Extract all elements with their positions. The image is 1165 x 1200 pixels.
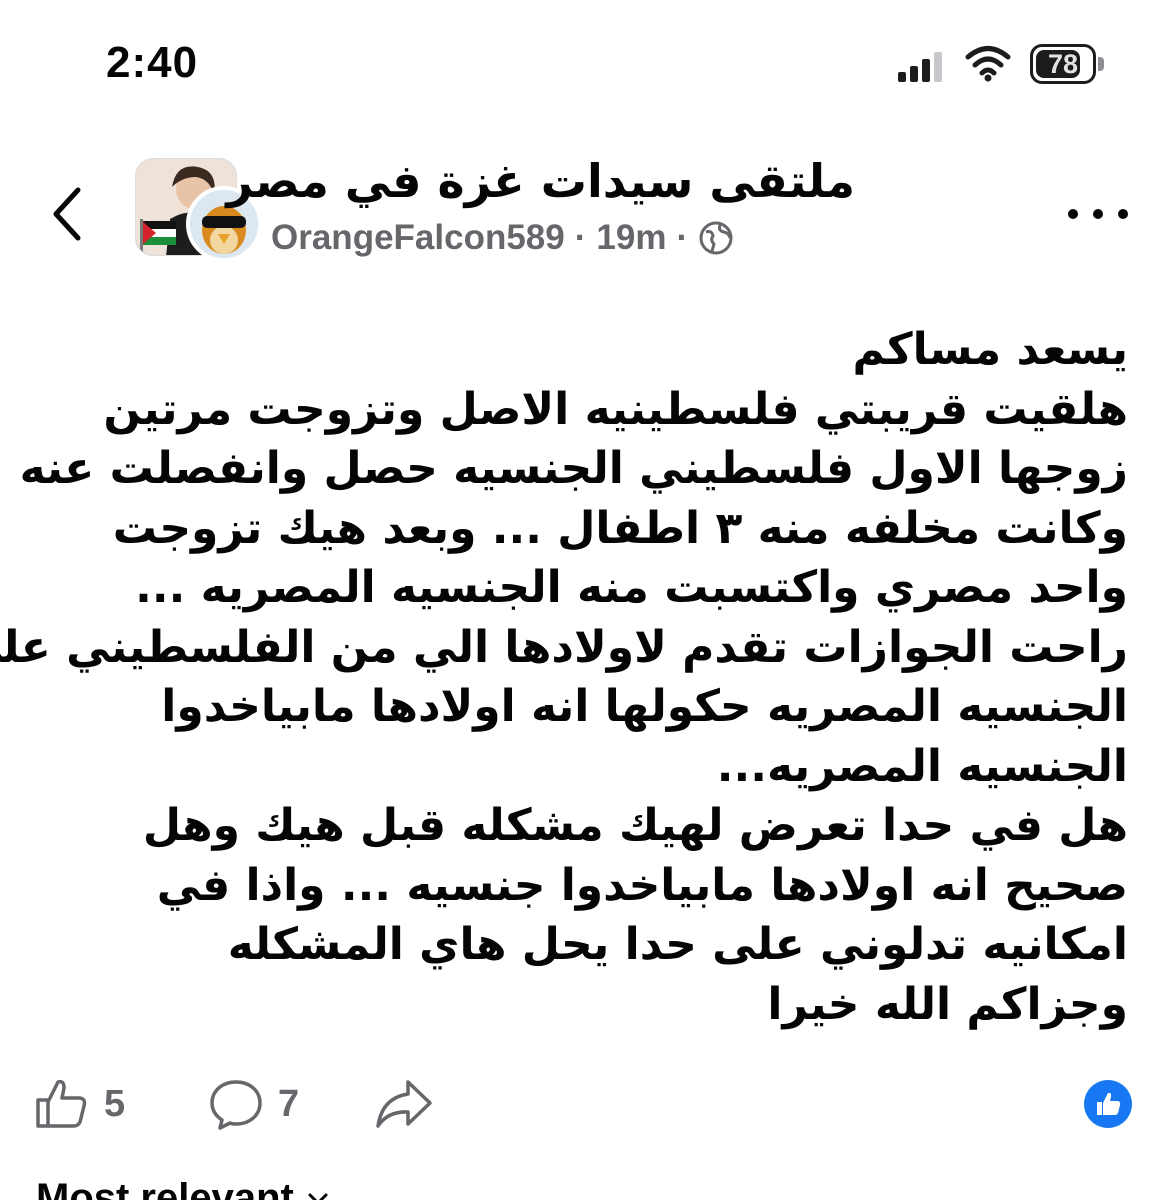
post-line: هل في حدا تعرض لهيك مشكله قبل هيك وهل xyxy=(142,800,1128,851)
post-timestamp[interactable]: 19m xyxy=(596,218,666,258)
post-meta: OrangeFalcon589 · 19m · xyxy=(271,216,734,260)
cellular-signal-icon xyxy=(898,52,942,82)
post-text: يسعد مساكم هلقيت قريبتي فلسطينيه الاصل و… xyxy=(0,320,1129,1034)
post-line: يسعد مساكم xyxy=(852,324,1129,375)
comment-count: 7 xyxy=(278,1082,300,1125)
meta-separator: · xyxy=(676,218,689,257)
thumbs-up-icon xyxy=(1097,1092,1121,1115)
author-name[interactable]: OrangeFalcon589 xyxy=(271,218,565,258)
wifi-icon xyxy=(965,46,1011,82)
post-line: هلقيت قريبتي فلسطينيه الاصل وتزوجت مرتين xyxy=(103,383,1128,435)
post-line: زوجها الاول فلسطيني الجنسيه حصل وانفصلت … xyxy=(19,443,1128,494)
status-time: 2:40 xyxy=(106,38,199,87)
comments-sort-dropdown[interactable]: Most relevant xyxy=(36,1176,330,1200)
post-line: وكانت مخلفه منه ٣ اطفال ... وبعد هيك تزو… xyxy=(112,502,1128,554)
more-options-icon[interactable] xyxy=(1068,196,1128,232)
share-button[interactable] xyxy=(374,1076,434,1132)
comment-button[interactable]: 7 xyxy=(208,1076,299,1132)
post-line: وجزاكم الله خيرا xyxy=(767,978,1128,1030)
post-line: راحت الجوازات تقدم لاولادها الي من الفلس… xyxy=(0,621,1128,673)
thumbs-up-icon xyxy=(36,1079,87,1128)
post-line: امكانيه تدلوني على حدا يحل هاي المشكله xyxy=(227,919,1128,970)
battery-indicator: 78 xyxy=(1030,44,1106,84)
comment-bubble-icon xyxy=(210,1080,262,1130)
globe-icon xyxy=(699,221,733,255)
sort-label: Most relevant xyxy=(36,1176,294,1200)
chevron-down-icon xyxy=(308,1193,328,1200)
reaction-like-badge[interactable] xyxy=(1084,1080,1132,1128)
group-name[interactable]: ملتقى سيدات غزة في مصر xyxy=(226,154,855,208)
post-line: واحد مصري واكتسبت منه الجنسيه المصريه ..… xyxy=(135,562,1128,613)
share-arrow-icon xyxy=(376,1080,432,1128)
post-line: الجنسيه المصريه حكولها انه اولادها مابيا… xyxy=(161,681,1128,732)
like-count: 5 xyxy=(104,1082,126,1125)
post-line: صحيح انه اولادها مابياخدوا جنسيه ... واذ… xyxy=(156,859,1128,911)
like-button[interactable]: 5 xyxy=(34,1076,125,1132)
post-line: الجنسيه المصريه... xyxy=(716,740,1128,792)
back-chevron-icon[interactable] xyxy=(44,182,88,246)
battery-level: 78 xyxy=(1047,49,1079,79)
meta-separator: · xyxy=(574,218,587,257)
